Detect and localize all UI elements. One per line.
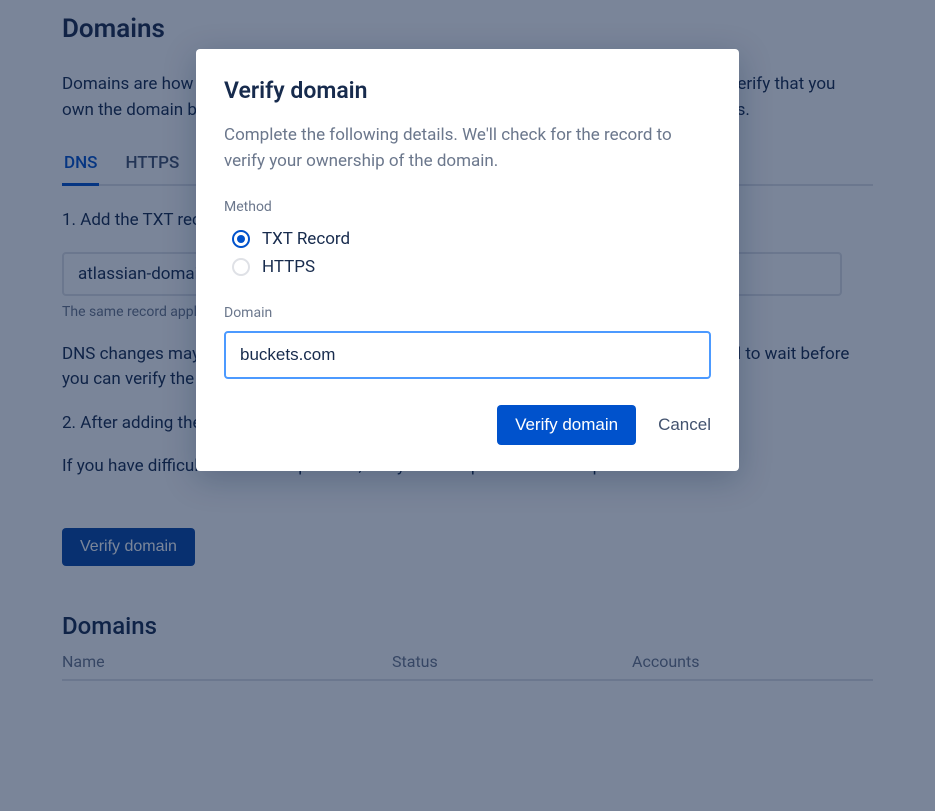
method-radio-group: TXT Record HTTPS (224, 225, 711, 281)
method-option-label: HTTPS (262, 257, 315, 277)
modal-verify-button[interactable]: Verify domain (497, 405, 636, 445)
radio-icon (232, 230, 250, 248)
modal-description: Complete the following details. We'll ch… (224, 122, 711, 175)
method-label: Method (224, 199, 711, 215)
modal-title: Verify domain (224, 77, 711, 104)
method-option-txt[interactable]: TXT Record (232, 225, 711, 253)
modal-overlay[interactable]: Verify domain Complete the following det… (0, 0, 935, 811)
radio-icon (232, 258, 250, 276)
modal-actions: Verify domain Cancel (224, 405, 711, 445)
verify-domain-modal: Verify domain Complete the following det… (196, 49, 739, 471)
domain-input[interactable] (224, 331, 711, 379)
method-option-https[interactable]: HTTPS (232, 253, 711, 281)
method-option-label: TXT Record (262, 229, 350, 249)
modal-cancel-button[interactable]: Cancel (658, 415, 711, 435)
domain-label: Domain (224, 305, 711, 321)
